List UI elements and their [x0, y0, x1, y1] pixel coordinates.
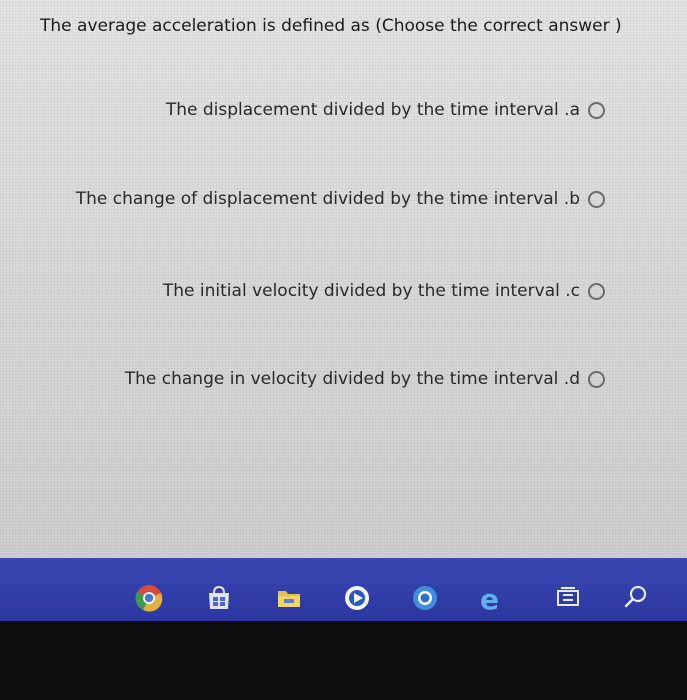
file-explorer-icon[interactable]	[274, 583, 304, 617]
option-a-label: The displacement divided by the time int…	[165, 100, 580, 120]
monitor-bezel	[0, 621, 687, 700]
option-c-label: The initial velocity divided by the time…	[162, 281, 580, 301]
search-icon[interactable]	[622, 583, 650, 615]
option-a[interactable]: The displacement divided by the time int…	[166, 100, 605, 120]
option-b-label: The change of displacement divided by th…	[75, 189, 580, 209]
browser-icon[interactable]	[410, 583, 440, 617]
option-b-radio[interactable]	[588, 190, 605, 208]
chrome-icon[interactable]	[134, 583, 164, 617]
option-d-radio[interactable]	[588, 370, 605, 388]
media-icon[interactable]	[342, 583, 372, 617]
store-icon[interactable]	[204, 583, 234, 617]
option-d[interactable]: The change in velocity divided by the ti…	[125, 369, 605, 389]
option-b[interactable]: The change of displacement divided by th…	[76, 189, 605, 209]
edge-icon[interactable]: e	[476, 583, 506, 617]
option-c[interactable]: The initial velocity divided by the time…	[163, 281, 605, 301]
quiz-screen: The average acceleration is defined as (…	[0, 0, 687, 558]
option-c-radio[interactable]	[588, 282, 605, 300]
option-a-radio[interactable]	[588, 101, 605, 119]
question-text: The average acceleration is defined as (…	[40, 16, 622, 36]
svg-text:e: e	[480, 583, 499, 613]
option-d-label: The change in velocity divided by the ti…	[124, 369, 580, 389]
task-view-icon[interactable]	[554, 583, 582, 615]
